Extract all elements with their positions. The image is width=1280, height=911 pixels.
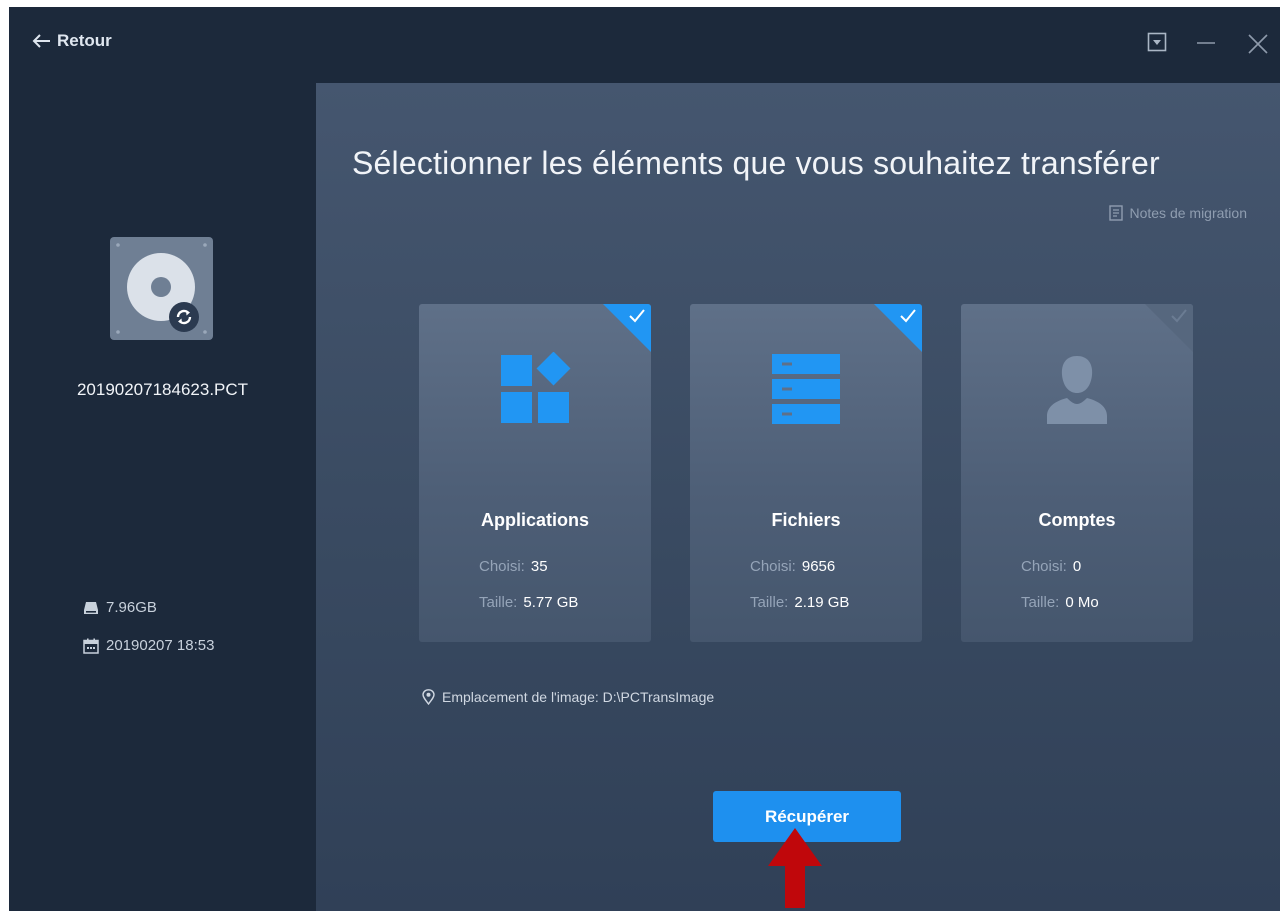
size-label: Taille: bbox=[750, 594, 789, 611]
image-date-row: 20190207 18:53 bbox=[83, 637, 214, 654]
title-bar: Retour bbox=[9, 7, 1280, 83]
size-label: Taille: bbox=[1021, 594, 1060, 611]
checkmark-icon bbox=[1171, 309, 1187, 323]
migration-notes-label: Notes de migration bbox=[1129, 205, 1247, 221]
back-button[interactable]: Retour bbox=[31, 31, 112, 51]
chosen-count: 35 bbox=[530, 558, 548, 575]
page-title: Sélectionner les éléments que vous souha… bbox=[352, 145, 1160, 181]
size-value: 0 Mo bbox=[1065, 594, 1099, 611]
sidebar: 20190207184623.PCT 7.96GB 20190207 18:53 bbox=[9, 83, 316, 911]
checkmark-icon bbox=[900, 309, 916, 323]
minimize-button[interactable] bbox=[1193, 31, 1219, 53]
card-title: Comptes bbox=[1038, 510, 1116, 530]
minimize-icon bbox=[1197, 42, 1215, 44]
image-size-row: 7.96GB bbox=[83, 599, 157, 616]
dropdown-icon bbox=[1147, 32, 1167, 52]
chosen-label: Choisi: bbox=[1021, 558, 1067, 575]
chosen-row: Choisi: 0 bbox=[1021, 558, 1081, 575]
size-row: Taille: 2.19 GB bbox=[750, 594, 849, 611]
card-title: Applications bbox=[480, 510, 589, 530]
checkmark-icon bbox=[629, 309, 645, 323]
size-value: 5.77 GB bbox=[523, 594, 579, 611]
size-label: Taille: bbox=[479, 594, 518, 611]
migration-notes-link[interactable]: Notes de migration bbox=[1109, 205, 1247, 221]
app-window: Retour 20190207184623.PCT 7.96GB 2019020… bbox=[9, 7, 1280, 911]
chosen-row: Choisi: 9656 bbox=[750, 558, 835, 575]
arrow-left-icon bbox=[32, 34, 50, 48]
size-row: Taille: 0 Mo bbox=[1021, 594, 1099, 611]
main-panel: Sélectionner les éléments que vous souha… bbox=[316, 83, 1280, 911]
image-date: 20190207 18:53 bbox=[106, 637, 215, 654]
card-accounts[interactable]: Comptes Choisi: 0 Taille: 0 Mo bbox=[961, 304, 1193, 642]
back-label: Retour bbox=[57, 31, 112, 50]
annotation-arrow-icon bbox=[768, 828, 822, 908]
apps-icon bbox=[501, 352, 571, 423]
chosen-label: Choisi: bbox=[750, 558, 796, 575]
image-location: Emplacement de l'image: D:\PCTransImage bbox=[422, 689, 714, 705]
disk-image-icon bbox=[110, 237, 213, 340]
chosen-row: Choisi: 35 bbox=[479, 558, 548, 575]
card-applications[interactable]: Applications Choisi: 35 Taille: 5.77 GB bbox=[419, 304, 651, 642]
card-title: Fichiers bbox=[771, 510, 841, 530]
size-row: Taille: 5.77 GB bbox=[479, 594, 578, 611]
chosen-label: Choisi: bbox=[479, 558, 525, 575]
card-files[interactable]: Fichiers Choisi: 9656 Taille: 2.19 GB bbox=[690, 304, 922, 642]
sync-icon bbox=[169, 302, 199, 332]
image-filename: 20190207184623.PCT bbox=[76, 380, 249, 399]
close-icon bbox=[1248, 34, 1268, 54]
drive-icon bbox=[84, 601, 98, 614]
chosen-count: 0 bbox=[1072, 558, 1082, 575]
dropdown-button[interactable] bbox=[1146, 31, 1168, 53]
location-pin-icon bbox=[422, 689, 435, 705]
files-icon bbox=[772, 354, 840, 424]
calendar-icon bbox=[83, 638, 99, 654]
chosen-count: 9656 bbox=[801, 558, 836, 575]
image-location-text: Emplacement de l'image: D:\PCTransImage bbox=[442, 689, 715, 705]
image-size: 7.96GB bbox=[106, 599, 157, 616]
document-icon bbox=[1109, 205, 1124, 221]
user-icon bbox=[1047, 356, 1107, 424]
close-button[interactable] bbox=[1245, 31, 1271, 57]
size-value: 2.19 GB bbox=[794, 594, 850, 611]
